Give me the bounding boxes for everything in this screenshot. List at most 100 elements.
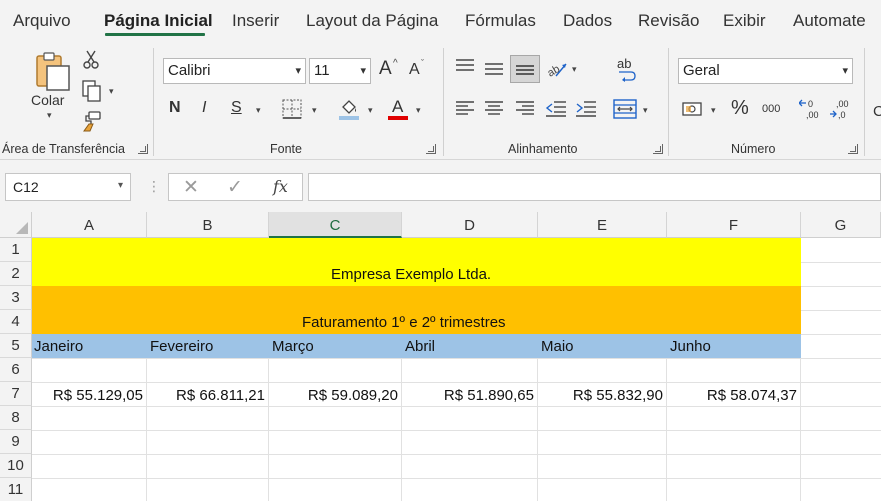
month-cell-d5[interactable]: Abril [405, 338, 435, 355]
fill-color-dropdown-caret[interactable]: ▾ [368, 105, 373, 116]
month-cell-f5[interactable]: Junho [670, 338, 711, 355]
align-bottom-icon[interactable] [510, 55, 540, 83]
month-cell-a5[interactable]: Janeiro [34, 338, 83, 355]
cut-icon[interactable] [81, 50, 101, 70]
shrink-font-button[interactable]: A [409, 61, 420, 79]
month-cell-c5[interactable]: Março [272, 338, 314, 355]
formula-bar-grip-icon[interactable]: ⋮ [147, 178, 161, 195]
chevron-down-icon: ▾ [117, 180, 123, 191]
alignment-dialog-launcher-icon[interactable] [653, 144, 663, 154]
decrease-indent-icon[interactable] [545, 100, 567, 118]
title-merged-cell[interactable]: Empresa Exemplo Ltda. [32, 238, 801, 286]
next-group-partial[interactable]: C [873, 103, 881, 120]
row-header-7[interactable]: 7 [0, 382, 32, 406]
grow-font-button[interactable]: A [379, 58, 392, 80]
tab-layout-da-pagina[interactable]: Layout da Página [306, 11, 438, 31]
row-header-8[interactable]: 8 [0, 406, 32, 430]
select-all-button[interactable] [0, 212, 32, 238]
underline-button[interactable]: S [231, 99, 242, 117]
row-header-1[interactable]: 1 [0, 238, 32, 262]
bold-button[interactable]: N [169, 99, 181, 117]
wrap-text-icon[interactable]: ab [615, 56, 639, 82]
increase-indent-icon[interactable] [575, 100, 597, 118]
align-left-icon[interactable] [455, 100, 475, 118]
wrap-text-letters: ab [617, 56, 632, 71]
column-header-c[interactable]: C [269, 212, 402, 238]
paste-icon[interactable] [33, 50, 73, 92]
row-header-9[interactable]: 9 [0, 430, 32, 454]
chevron-down-icon: ▾ [295, 65, 301, 77]
orientation-icon[interactable]: ab [546, 58, 568, 80]
increase-decimal-icon[interactable]: 0,00 [799, 98, 821, 120]
tab-revisao[interactable]: Revisão [638, 11, 699, 31]
column-header-b[interactable]: B [147, 212, 269, 238]
copy-dropdown-caret[interactable]: ▾ [109, 86, 114, 97]
insert-function-button[interactable]: fx [273, 177, 288, 196]
comma-style-button[interactable]: 000 [762, 103, 780, 115]
borders-dropdown-caret[interactable]: ▾ [312, 105, 317, 116]
column-header-e[interactable]: E [538, 212, 667, 238]
tab-pagina-inicial[interactable]: Página Inicial [104, 11, 213, 31]
value-cell-e7[interactable]: R$ 55.832,90 [540, 387, 663, 404]
formula-input[interactable] [308, 173, 881, 201]
number-dialog-launcher-icon[interactable] [848, 144, 858, 154]
format-painter-icon[interactable] [80, 110, 102, 132]
row-header-5[interactable]: 5 [0, 334, 32, 358]
fill-color-icon[interactable] [338, 97, 360, 121]
accounting-dropdown-caret[interactable]: ▾ [711, 105, 716, 116]
value-cell-a7[interactable]: R$ 55.129,05 [34, 387, 143, 404]
tab-inserir[interactable]: Inserir [232, 11, 279, 31]
name-box[interactable]: C12 ▾ [5, 173, 131, 201]
value-cell-b7[interactable]: R$ 66.811,21 [149, 387, 265, 404]
font-color-icon[interactable]: A [387, 97, 409, 121]
subtitle-merged-cell[interactable]: Faturamento 1º e 2º trimestres [32, 286, 801, 334]
month-cell-b5[interactable]: Fevereiro [150, 338, 213, 355]
value-cell-d7[interactable]: R$ 51.890,65 [404, 387, 534, 404]
merge-dropdown-caret[interactable]: ▾ [643, 105, 648, 116]
align-top-icon[interactable] [455, 58, 475, 74]
align-right-icon[interactable] [515, 100, 535, 118]
italic-button[interactable]: I [202, 99, 206, 117]
tab-formulas[interactable]: Fórmulas [465, 11, 536, 31]
cancel-icon[interactable]: ✕ [183, 176, 199, 199]
merge-center-icon[interactable] [613, 98, 637, 120]
row-header-10[interactable]: 10 [0, 454, 32, 478]
underline-dropdown-caret[interactable]: ▾ [256, 105, 261, 116]
row-header-2[interactable]: 2 [0, 262, 32, 286]
column-header-d[interactable]: D [402, 212, 538, 238]
worksheet-grid[interactable]: A B C D E F G Empresa Exemplo Ltda. Fatu… [0, 212, 881, 501]
font-size-combo[interactable]: 11 ▾ [309, 58, 371, 84]
clipboard-dialog-launcher-icon[interactable] [138, 144, 148, 154]
column-header-f[interactable]: F [667, 212, 801, 238]
decrease-decimal-icon[interactable]: ,00,0 [829, 98, 851, 120]
font-color-dropdown-caret[interactable]: ▾ [416, 105, 421, 116]
paste-dropdown-caret[interactable]: ▾ [47, 110, 52, 121]
value-cell-c7[interactable]: R$ 59.089,20 [271, 387, 398, 404]
accounting-format-icon[interactable] [682, 100, 704, 118]
column-header-g[interactable]: G [801, 212, 881, 238]
align-middle-icon[interactable] [484, 61, 504, 77]
font-color-swatch [388, 116, 408, 120]
tab-arquivo[interactable]: Arquivo [13, 11, 71, 31]
font-dialog-launcher-icon[interactable] [426, 144, 436, 154]
column-header-a[interactable]: A [32, 212, 147, 238]
orientation-dropdown-caret[interactable]: ▾ [572, 64, 577, 75]
tab-exibir[interactable]: Exibir [723, 11, 766, 31]
tab-automate[interactable]: Automate [793, 11, 866, 31]
align-center-icon[interactable] [484, 100, 504, 118]
paste-button-label[interactable]: Colar [31, 92, 64, 108]
month-cell-e5[interactable]: Maio [541, 338, 574, 355]
row-header-4[interactable]: 4 [0, 310, 32, 334]
font-family-combo[interactable]: Calibri ▾ [163, 58, 306, 84]
tab-dados[interactable]: Dados [563, 11, 612, 31]
row-header-11[interactable]: 11 [0, 478, 32, 501]
borders-icon[interactable] [282, 99, 302, 119]
percent-style-button[interactable]: % [731, 97, 749, 120]
copy-icon[interactable] [81, 80, 103, 102]
row-header-6[interactable]: 6 [0, 358, 32, 382]
enter-check-icon[interactable]: ✓ [227, 176, 243, 199]
revenue-subtitle: Faturamento 1º e 2º trimestres [302, 314, 506, 331]
number-format-combo[interactable]: Geral ▾ [678, 58, 853, 84]
row-header-3[interactable]: 3 [0, 286, 32, 310]
value-cell-f7[interactable]: R$ 58.074,37 [669, 387, 797, 404]
